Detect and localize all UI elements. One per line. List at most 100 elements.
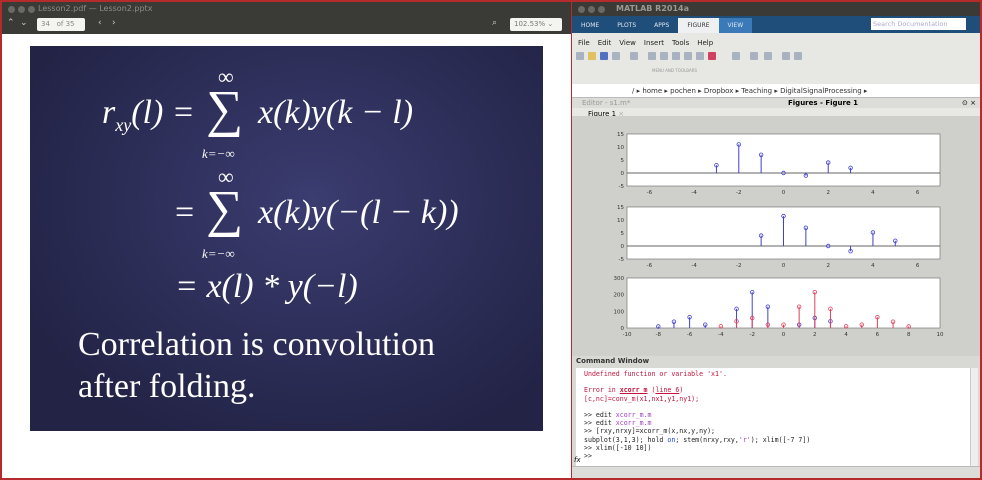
menu-tools[interactable]: Tools bbox=[672, 39, 689, 48]
eq-term-1: x(k)y(k − l) bbox=[258, 94, 414, 131]
window-controls[interactable] bbox=[8, 6, 35, 13]
y-tick-label: 15 bbox=[617, 205, 624, 211]
y-tick-label: 200 bbox=[614, 293, 625, 299]
y-tick-label: 5 bbox=[621, 158, 625, 164]
eq-line-1: rxy(l) = bbox=[102, 94, 195, 135]
y-tick-label: 0 bbox=[621, 326, 625, 332]
save-icon[interactable] bbox=[600, 52, 608, 60]
figures-title: Figures - Figure 1 bbox=[788, 99, 859, 107]
x-tick-label: 10 bbox=[937, 332, 944, 338]
panel-header: Editor - s1.m* Figures - Figure 1 ⊙ × bbox=[572, 98, 980, 108]
editor-tab[interactable]: Editor - s1.m* bbox=[582, 98, 630, 108]
x-tick-label: 6 bbox=[916, 263, 920, 269]
next-page-icon[interactable]: ⌄ bbox=[20, 18, 28, 28]
pdf-page: rxy(l) = ∑ ∞ k=−∞ x(k)y(k − l) = ∑ ∞ k=−… bbox=[2, 34, 571, 478]
tab-apps[interactable]: APPS bbox=[645, 18, 678, 33]
window-title: Lesson2.pdf — Lesson2.pptx bbox=[38, 4, 153, 13]
menu-file[interactable]: File bbox=[578, 39, 590, 48]
tab-home[interactable]: HOME bbox=[572, 18, 608, 33]
line-link[interactable]: line 6 bbox=[655, 386, 679, 394]
x-tick-label: -4 bbox=[691, 190, 697, 196]
sum-upper: ∞ bbox=[218, 64, 234, 89]
page-number-input[interactable]: 34 of 35 bbox=[37, 18, 85, 31]
x-tick-label: -2 bbox=[749, 332, 754, 338]
menu-edit[interactable]: Edit bbox=[598, 39, 612, 48]
hide-tools-icon[interactable] bbox=[782, 52, 790, 60]
y-tick-label: 0 bbox=[621, 244, 625, 250]
subplot-2: -6 -4 -2 0 2 4 6 -5 0 5 10 15 bbox=[617, 205, 941, 269]
fx-icon: fx bbox=[574, 456, 581, 464]
colorbar-icon[interactable] bbox=[750, 52, 758, 60]
sum-lower: k=−∞ bbox=[202, 146, 235, 161]
x-tick-label: 0 bbox=[782, 263, 786, 269]
new-icon[interactable] bbox=[576, 52, 584, 60]
eq-line-2: = bbox=[175, 194, 195, 231]
print-icon[interactable] bbox=[612, 52, 620, 60]
x-tick-label: -6 bbox=[647, 190, 653, 196]
x-tick-label: 6 bbox=[916, 190, 920, 196]
window-controls[interactable] bbox=[578, 6, 605, 13]
zoom-select[interactable]: 102.53% ⌄ bbox=[510, 18, 562, 31]
data-cursor-icon[interactable] bbox=[696, 52, 704, 60]
figure-canvas: -6 -4 -2 0 2 4 6 -5 0 5 10 15 -6 -4 -2 0 2 4 6 -5 0 5 10 15 -10 -… bbox=[572, 116, 980, 356]
zoom-in-icon[interactable] bbox=[648, 52, 656, 60]
x-tick-label: 0 bbox=[782, 190, 786, 196]
x-tick-label: 8 bbox=[907, 332, 911, 338]
sum-upper-2: ∞ bbox=[218, 164, 234, 189]
y-tick-label: 10 bbox=[617, 218, 624, 224]
pan-icon[interactable] bbox=[672, 52, 680, 60]
zoom-out-icon[interactable] bbox=[660, 52, 668, 60]
x-tick-label: 0 bbox=[782, 332, 786, 338]
search-icon[interactable]: ⌕ bbox=[492, 18, 497, 28]
y-tick-label: 10 bbox=[617, 145, 624, 151]
x-tick-label: 2 bbox=[813, 332, 817, 338]
pdf-toolbar: ⌃ ⌄ 34 of 35 ‹ › ⌕ 102.53% ⌄ bbox=[2, 16, 571, 34]
current-folder-path[interactable]: / ▸ home ▸ pochen ▸ Dropbox ▸ Teaching ▸… bbox=[572, 84, 980, 98]
matlab-window: MATLAB R2014a HOME PLOTS APPS FIGURE VIE… bbox=[572, 2, 980, 478]
slide-text: Correlation is convolution after folding. bbox=[78, 326, 435, 405]
pdf-title-bar: Lesson2.pdf — Lesson2.pptx bbox=[2, 2, 571, 16]
pointer-icon[interactable] bbox=[630, 52, 638, 60]
eq-term-2: x(k)y(−(l − k)) bbox=[258, 194, 459, 231]
x-tick-label: 4 bbox=[871, 190, 875, 196]
menu-help[interactable]: Help bbox=[697, 39, 713, 48]
open-icon[interactable] bbox=[588, 52, 596, 60]
rotate-icon[interactable] bbox=[684, 52, 692, 60]
x-tick-label: -6 bbox=[687, 332, 693, 338]
x-tick-label: 6 bbox=[876, 332, 880, 338]
forward-icon[interactable]: › bbox=[112, 18, 116, 28]
close-icon[interactable]: ⊙ × bbox=[962, 98, 976, 108]
subplot-3: -10 -8 -6 -4 -2 0 2 4 6 8 100100200300 bbox=[614, 276, 944, 338]
figure-toolbar: MENU AND TOOLBARS bbox=[572, 48, 980, 84]
show-tools-icon[interactable] bbox=[794, 52, 802, 60]
tab-view[interactable]: VIEW bbox=[718, 18, 753, 33]
x-tick-label: 2 bbox=[826, 263, 830, 269]
x-tick-label: -4 bbox=[718, 332, 724, 338]
brush-icon[interactable] bbox=[708, 52, 716, 60]
x-tick-label: -2 bbox=[736, 190, 741, 196]
menu-view[interactable]: View bbox=[619, 39, 636, 48]
x-tick-label: 2 bbox=[826, 190, 830, 196]
tab-figure[interactable]: FIGURE bbox=[678, 18, 719, 33]
menu-insert[interactable]: Insert bbox=[644, 39, 664, 48]
y-tick-label: -5 bbox=[619, 184, 625, 190]
figure-menu-bar: File Edit View Insert Tools Help bbox=[572, 33, 980, 48]
ribbon-tabs: HOME PLOTS APPS FIGURE VIEW Search Docum… bbox=[572, 16, 980, 33]
sum-lower-2: k=−∞ bbox=[202, 246, 235, 261]
toolbar-section-label: MENU AND TOOLBARS bbox=[652, 68, 698, 73]
matlab-title-bar: MATLAB R2014a bbox=[572, 2, 980, 16]
x-tick-label: -2 bbox=[736, 263, 741, 269]
search-documentation-input[interactable]: Search Documentation bbox=[871, 18, 966, 30]
prev-page-icon[interactable]: ⌃ bbox=[7, 18, 15, 28]
tab-plots[interactable]: PLOTS bbox=[608, 18, 645, 33]
error-link[interactable]: xcorr_m bbox=[620, 386, 648, 394]
link-icon[interactable] bbox=[732, 52, 740, 60]
y-tick-label: 100 bbox=[614, 309, 625, 315]
pdf-viewer-window: Lesson2.pdf — Lesson2.pptx ⌃ ⌄ 34 of 35 … bbox=[2, 2, 571, 478]
command-window-scrollbar[interactable] bbox=[970, 368, 978, 466]
legend-icon[interactable] bbox=[764, 52, 772, 60]
x-tick-label: -8 bbox=[656, 332, 662, 338]
y-tick-label: 5 bbox=[621, 231, 625, 237]
command-window[interactable]: Undefined function or variable 'x1'. Err… bbox=[576, 368, 970, 466]
back-icon[interactable]: ‹ bbox=[98, 18, 102, 28]
